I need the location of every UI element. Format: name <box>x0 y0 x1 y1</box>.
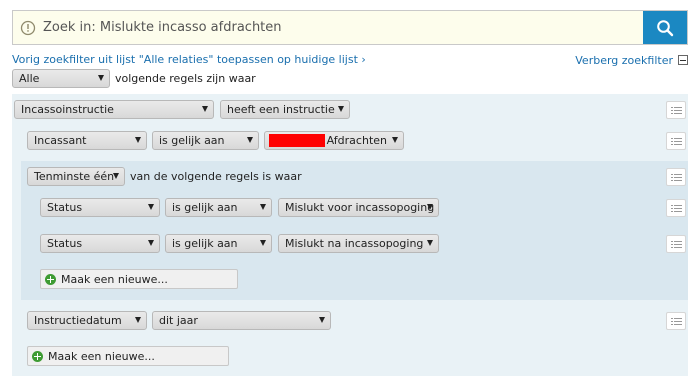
rule-incassant-value: Afdrachten <box>326 134 387 147</box>
warning-icon <box>13 11 43 44</box>
previous-filter-link[interactable]: Vorig zoekfilter uit lijst "Alle relatie… <box>12 53 366 67</box>
rule-status-1-field: Status <box>47 201 83 214</box>
root-match-value: Alle <box>19 72 40 85</box>
root-match-text: volgende regels zijn waar <box>115 72 256 85</box>
group-add-rule-button[interactable]: Maak een nieuwe... <box>27 346 229 366</box>
rule-status-2-operator-select[interactable]: is gelijk aan <box>165 234 272 253</box>
list-icon <box>670 204 682 206</box>
rule-status-2-operator: is gelijk aan <box>172 237 238 250</box>
subgroup-match-value: Tenminste één <box>34 170 115 183</box>
plus-circle-icon <box>45 273 56 285</box>
rule-date-field-select[interactable]: Instructiedatum <box>27 311 147 330</box>
rule-incasso-menu-button[interactable] <box>666 101 686 119</box>
rule-date-operator: dit jaar <box>159 314 198 327</box>
rule-incasso-operator-select[interactable]: heeft een instructie <box>220 100 350 119</box>
rule-status-2-menu-button[interactable] <box>666 235 686 253</box>
rule-status-2-value-select[interactable]: Mislukt na incassopoging <box>278 234 439 253</box>
filter-links: Vorig zoekfilter uit lijst "Alle relatie… <box>12 53 688 67</box>
rule-incasso-field: Incassoinstructie <box>21 103 114 116</box>
subgroup-menu-button[interactable] <box>666 168 686 186</box>
search-bar <box>12 10 688 45</box>
rule-status-2-field: Status <box>47 237 83 250</box>
rule-status-1-field-select[interactable]: Status <box>40 198 160 217</box>
rule-incassant-menu-button[interactable] <box>666 132 686 150</box>
list-icon <box>670 106 682 108</box>
rule-status-1-menu-button[interactable] <box>666 199 686 217</box>
rule-status-1-value: Mislukt voor incassopoging <box>285 201 435 214</box>
list-icon <box>670 137 682 139</box>
rule-date-operator-select[interactable]: dit jaar <box>152 311 331 330</box>
list-icon <box>670 317 682 319</box>
rule-incassant-field-select[interactable]: Incassant <box>27 131 147 150</box>
hide-filter-label: Verberg zoekfilter <box>575 53 673 67</box>
rule-date-menu-button[interactable] <box>666 312 686 330</box>
subgroup-match-text: van de volgende regels is waar <box>130 170 302 183</box>
subgroup-match-select[interactable]: Tenminste één <box>27 167 125 186</box>
subgroup-add-rule-button[interactable]: Maak een nieuwe... <box>40 269 238 289</box>
root-match-select[interactable]: Alle <box>12 69 110 88</box>
group-add-rule-label: Maak een nieuwe... <box>48 349 155 363</box>
rule-incassant-field: Incassant <box>34 134 87 147</box>
minus-box-icon <box>678 55 688 65</box>
rule-incasso-operator: heeft een instructie <box>227 103 335 116</box>
rule-incassant-operator-select[interactable]: is gelijk aan <box>152 131 259 150</box>
hide-filter-link[interactable]: Verberg zoekfilter <box>575 53 688 67</box>
rule-incassant-operator: is gelijk aan <box>159 134 225 147</box>
list-icon <box>670 240 682 242</box>
rule-incasso-field-select[interactable]: Incassoinstructie <box>14 100 214 119</box>
rule-status-2-field-select[interactable]: Status <box>40 234 160 253</box>
rule-date-field: Instructiedatum <box>34 314 122 327</box>
search-button[interactable] <box>643 11 687 44</box>
rule-status-1-operator: is gelijk aan <box>172 201 238 214</box>
rule-incassant-value-select[interactable]: Afdrachten <box>264 131 404 150</box>
subgroup-add-rule-label: Maak een nieuwe... <box>61 272 168 286</box>
rule-status-2-value: Mislukt na incassopoging <box>285 237 424 250</box>
plus-circle-icon <box>32 350 43 362</box>
search-icon <box>657 19 674 36</box>
redacted-block <box>269 134 325 147</box>
rule-status-1-value-select[interactable]: Mislukt voor incassopoging <box>278 198 439 217</box>
list-icon <box>670 173 682 175</box>
search-input[interactable] <box>43 11 643 44</box>
rule-status-1-operator-select[interactable]: is gelijk aan <box>165 198 272 217</box>
